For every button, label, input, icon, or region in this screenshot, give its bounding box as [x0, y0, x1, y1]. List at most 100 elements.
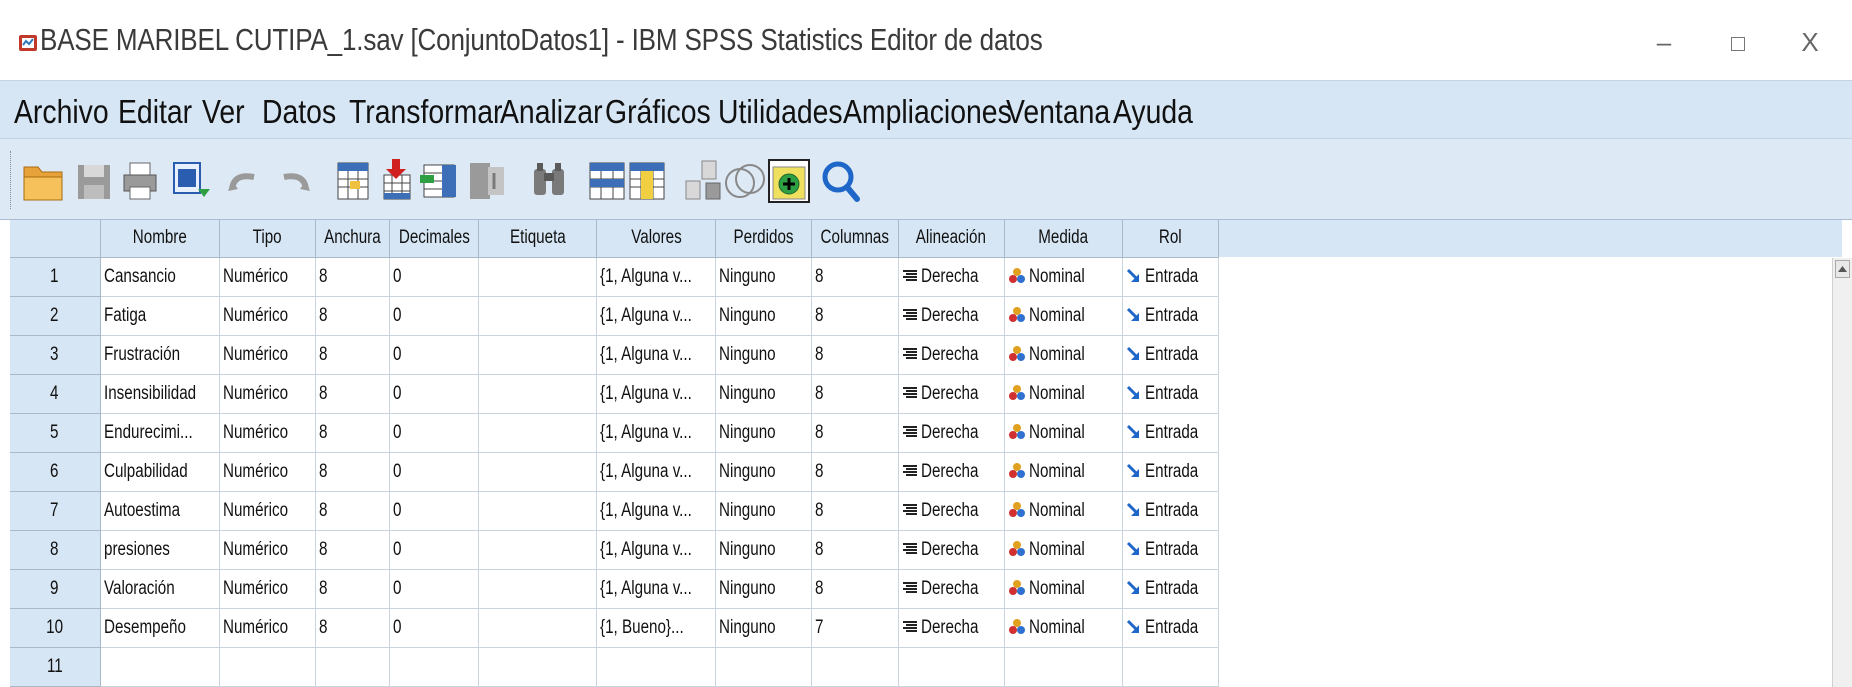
- menu-ayuda[interactable]: Ayuda: [1113, 93, 1193, 131]
- close-button[interactable]: X: [1790, 22, 1830, 62]
- cell-rol[interactable]: Entrada: [1122, 296, 1219, 336]
- cell-columnas[interactable]: 8: [811, 257, 899, 297]
- cell-medida[interactable]: Nominal: [1004, 335, 1123, 375]
- menu-ventana[interactable]: Ventana: [1006, 93, 1110, 131]
- cell-perdidos[interactable]: Ninguno: [715, 296, 813, 336]
- column-header-alineacion[interactable]: Alineación: [898, 220, 1005, 258]
- cell-tipo[interactable]: Numérico: [219, 335, 316, 375]
- column-header-columnas[interactable]: Columnas: [811, 220, 899, 258]
- scroll-up-button[interactable]: [1835, 260, 1850, 278]
- find-icon[interactable]: [526, 157, 572, 205]
- cell-alineacion[interactable]: Derecha: [898, 608, 1005, 648]
- menu-ver[interactable]: Ver: [202, 93, 245, 131]
- cell-nombre[interactable]: Frustración: [100, 335, 220, 375]
- cell-anchura[interactable]: 8: [315, 413, 390, 453]
- cell-nombre[interactable]: Fatiga: [100, 296, 220, 336]
- cell-rol[interactable]: Entrada: [1122, 608, 1219, 648]
- row-number[interactable]: 4: [10, 374, 101, 414]
- open-icon[interactable]: [20, 157, 66, 205]
- cell-medida[interactable]: Nominal: [1004, 452, 1123, 492]
- cell-decimales[interactable]: 0: [389, 491, 480, 531]
- cell-nombre[interactable]: Insensibilidad: [100, 374, 220, 414]
- cell-nombre[interactable]: Autoestima: [100, 491, 220, 531]
- cell-nombre[interactable]: Valoración: [100, 569, 220, 609]
- cell-columnas[interactable]: 8: [811, 374, 899, 414]
- row-number[interactable]: 9: [10, 569, 101, 609]
- cell-etiqueta[interactable]: [478, 569, 598, 609]
- cell-alineacion[interactable]: Derecha: [898, 335, 1005, 375]
- cell-valores[interactable]: {1, Alguna v...: [596, 374, 717, 414]
- cell-decimales[interactable]: 0: [389, 530, 480, 570]
- cell-valores[interactable]: {1, Alguna v...: [596, 257, 717, 297]
- cell-perdidos[interactable]: Ninguno: [715, 569, 813, 609]
- select-cases-icon[interactable]: [722, 157, 768, 205]
- cell-perdidos[interactable]: Ninguno: [715, 335, 813, 375]
- cell-tipo[interactable]: Numérico: [219, 491, 316, 531]
- variables-icon[interactable]: [418, 157, 464, 205]
- column-header-anchura[interactable]: Anchura: [315, 220, 390, 258]
- cell-medida[interactable]: Nominal: [1004, 569, 1123, 609]
- cell-perdidos[interactable]: [715, 647, 813, 687]
- menu-transformar[interactable]: Transformar: [349, 93, 502, 131]
- cell-rol[interactable]: Entrada: [1122, 491, 1219, 531]
- row-number[interactable]: 10: [10, 608, 101, 648]
- vertical-scrollbar[interactable]: [1832, 258, 1852, 687]
- cell-decimales[interactable]: 0: [389, 452, 480, 492]
- cell-rol[interactable]: Entrada: [1122, 335, 1219, 375]
- cell-columnas[interactable]: 8: [811, 296, 899, 336]
- menu-graficos[interactable]: Gráficos: [605, 93, 711, 131]
- cell-decimales[interactable]: 0: [389, 374, 480, 414]
- cell-anchura[interactable]: [315, 647, 390, 687]
- cell-decimales[interactable]: 0: [389, 569, 480, 609]
- cell-etiqueta[interactable]: [478, 413, 598, 453]
- cell-nombre[interactable]: Cansancio: [100, 257, 220, 297]
- cell-alineacion[interactable]: Derecha: [898, 413, 1005, 453]
- cell-perdidos[interactable]: Ninguno: [715, 491, 813, 531]
- cell-anchura[interactable]: 8: [315, 530, 390, 570]
- run-descriptives-icon[interactable]: [464, 157, 510, 205]
- search-icon[interactable]: [818, 157, 864, 205]
- cell-columnas[interactable]: 8: [811, 530, 899, 570]
- cell-tipo[interactable]: Numérico: [219, 569, 316, 609]
- cell-alineacion[interactable]: Derecha: [898, 296, 1005, 336]
- cell-valores[interactable]: {1, Alguna v...: [596, 530, 717, 570]
- cell-columnas[interactable]: 8: [811, 452, 899, 492]
- row-number[interactable]: 5: [10, 413, 101, 453]
- cell-medida[interactable]: Nominal: [1004, 491, 1123, 531]
- cell-nombre[interactable]: Desempeño: [100, 608, 220, 648]
- cell-decimales[interactable]: 0: [389, 608, 480, 648]
- column-header-rol[interactable]: Rol: [1122, 220, 1219, 258]
- cell-alineacion[interactable]: [898, 647, 1005, 687]
- cell-anchura[interactable]: 8: [315, 491, 390, 531]
- cell-rol[interactable]: Entrada: [1122, 569, 1219, 609]
- cell-etiqueta[interactable]: [478, 647, 598, 687]
- column-header-decimales[interactable]: Decimales: [389, 220, 480, 258]
- cell-alineacion[interactable]: Derecha: [898, 257, 1005, 297]
- row-number[interactable]: 2: [10, 296, 101, 336]
- value-labels-icon[interactable]: [766, 157, 812, 205]
- cell-columnas[interactable]: [811, 647, 899, 687]
- cell-tipo[interactable]: Numérico: [219, 374, 316, 414]
- cell-tipo[interactable]: Numérico: [219, 296, 316, 336]
- cell-valores[interactable]: {1, Alguna v...: [596, 569, 717, 609]
- menu-analizar[interactable]: Analizar: [500, 93, 603, 131]
- cell-columnas[interactable]: 8: [811, 413, 899, 453]
- insert-variable-icon[interactable]: [624, 157, 670, 205]
- cell-valores[interactable]: {1, Alguna v...: [596, 413, 717, 453]
- row-number[interactable]: 11: [10, 647, 101, 687]
- cell-valores[interactable]: {1, Bueno}...: [596, 608, 717, 648]
- cell-etiqueta[interactable]: [478, 257, 598, 297]
- column-header-tipo[interactable]: Tipo: [219, 220, 316, 258]
- cell-etiqueta[interactable]: [478, 491, 598, 531]
- row-number[interactable]: 3: [10, 335, 101, 375]
- cell-etiqueta[interactable]: [478, 608, 598, 648]
- cell-rol[interactable]: Entrada: [1122, 413, 1219, 453]
- cell-valores[interactable]: {1, Alguna v...: [596, 491, 717, 531]
- cell-anchura[interactable]: 8: [315, 608, 390, 648]
- cell-tipo[interactable]: Numérico: [219, 530, 316, 570]
- cell-medida[interactable]: Nominal: [1004, 608, 1123, 648]
- goto-variable-icon[interactable]: [374, 157, 420, 205]
- cell-tipo[interactable]: [219, 647, 316, 687]
- goto-case-icon[interactable]: [330, 157, 376, 205]
- cell-perdidos[interactable]: Ninguno: [715, 530, 813, 570]
